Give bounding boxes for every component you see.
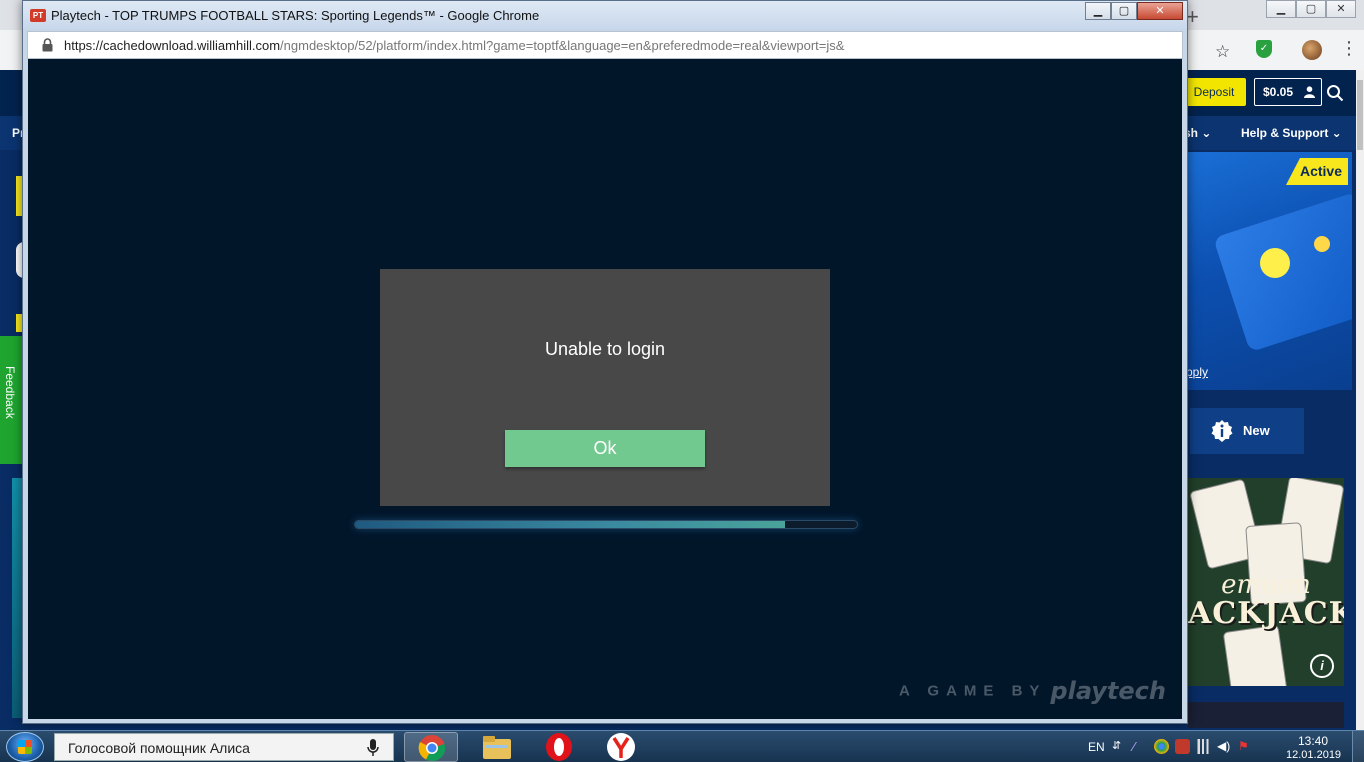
opera-icon xyxy=(546,733,572,761)
card-graphic xyxy=(1222,624,1290,686)
tray-pen-icon[interactable]: ⁄ xyxy=(1133,739,1148,754)
chevron-down-icon: ⌄ xyxy=(1201,126,1212,140)
search-icon[interactable] xyxy=(1326,84,1344,102)
input-language[interactable]: EN xyxy=(1088,740,1105,754)
windows-logo-icon xyxy=(18,740,32,754)
profile-avatar[interactable] xyxy=(1302,40,1322,60)
info-icon[interactable]: i xyxy=(1310,654,1334,678)
blackjack-title: ACKJACK xyxy=(1188,596,1344,631)
browser-menu-icon[interactable]: ⋮ xyxy=(1340,38,1358,59)
chrome-icon xyxy=(418,735,446,762)
url-host: https://cachedownload.williamhill.com xyxy=(64,38,281,53)
ok-button[interactable]: Ok xyxy=(505,430,705,467)
promo-dice-dot xyxy=(1314,236,1330,252)
feedback-tab[interactable]: Feedback xyxy=(0,336,22,464)
new-games-tab[interactable]: New xyxy=(1190,408,1304,454)
taskbar-yandex-browser[interactable] xyxy=(594,732,648,762)
background-maximize-button[interactable]: ▢ xyxy=(1296,0,1326,18)
playtech-favicon-icon: PT xyxy=(30,9,46,22)
background-window-controls: ▁ ▢ ✕ xyxy=(1266,0,1356,18)
windows-taskbar: Голосовой помощник Алиса EN ⇵ ⁄ ◀) ⚑ 13:… xyxy=(0,730,1364,762)
alice-voice-search[interactable]: Голосовой помощник Алиса xyxy=(54,733,394,761)
user-icon xyxy=(1304,86,1315,98)
feedback-label: Feedback xyxy=(3,366,17,419)
blackjack-game-tile[interactable]: emium ACKJACK i xyxy=(1188,478,1344,686)
login-error-dialog: Unable to login Ok xyxy=(380,269,830,506)
game-popup-window: PT Playtech - TOP TRUMPS FOOTBALL STARS:… xyxy=(22,0,1188,724)
loading-progress-bar xyxy=(354,520,858,529)
tray-chrome-icon[interactable] xyxy=(1154,739,1169,754)
playtech-logo: playtech xyxy=(1050,677,1166,705)
dialog-message: Unable to login xyxy=(544,339,666,359)
nav-help-label: Help & Support xyxy=(1241,126,1329,140)
new-tab-label: New xyxy=(1243,423,1270,438)
balance-account-button[interactable]: $0.05 xyxy=(1254,78,1322,106)
taskbar-opera[interactable] xyxy=(532,732,586,762)
adblock-shield-icon[interactable]: ✓ xyxy=(1256,40,1272,58)
tray-network-icon[interactable] xyxy=(1196,739,1211,754)
promo-dice-dot xyxy=(1260,248,1290,278)
lock-icon xyxy=(42,38,53,52)
page-scrollbar[interactable] xyxy=(1356,70,1364,730)
bookmark-star-icon[interactable]: ☆ xyxy=(1215,42,1230,62)
playtech-branding: A GAME BY playtech xyxy=(899,677,1166,705)
folder-icon xyxy=(483,736,511,759)
window-title: Playtech - TOP TRUMPS FOOTBALL STARS: Sp… xyxy=(51,8,540,23)
info-badge-icon xyxy=(1211,420,1233,442)
alice-search-text: Голосовой помощник Алиса xyxy=(68,740,250,756)
url-text[interactable]: https://cachedownload.williamhill.com/ng… xyxy=(64,38,844,53)
address-bar[interactable]: https://cachedownload.williamhill.com/ng… xyxy=(27,31,1183,59)
yandex-browser-icon xyxy=(607,733,635,761)
popup-maximize-button[interactable]: ▢ xyxy=(1111,2,1137,20)
background-minimize-button[interactable]: ▁ xyxy=(1266,0,1296,18)
tray-security-icon[interactable] xyxy=(1175,739,1190,754)
scrollbar-thumb[interactable] xyxy=(1357,80,1363,150)
clock-time[interactable]: 13:40 xyxy=(1298,734,1328,748)
nav-item-partial-right[interactable]: sh ⌄ xyxy=(1184,126,1211,140)
nav-item-help-support[interactable]: Help & Support ⌄ xyxy=(1241,126,1342,140)
game-tile-partial[interactable] xyxy=(1188,702,1344,728)
system-tray: ⇵ ⁄ ◀) ⚑ xyxy=(1112,739,1253,754)
promo-banner[interactable] xyxy=(1188,152,1352,390)
tray-arrow-icon[interactable]: ⇵ xyxy=(1112,739,1127,754)
popup-close-button[interactable]: ✕ xyxy=(1137,2,1183,20)
popup-title-bar[interactable]: PT Playtech - TOP TRUMPS FOOTBALL STARS:… xyxy=(23,1,1187,31)
microphone-icon[interactable] xyxy=(367,739,379,757)
balance-amount: $0.05 xyxy=(1263,85,1294,99)
url-path: /ngmdesktop/52/platform/index.html?game=… xyxy=(280,38,845,53)
background-close-button[interactable]: ✕ xyxy=(1326,0,1356,18)
tray-flag-icon[interactable]: ⚑ xyxy=(1238,739,1253,754)
clock-date[interactable]: 12.01.2019 xyxy=(1286,749,1341,761)
show-desktop-button[interactable] xyxy=(1352,731,1364,762)
tray-volume-icon[interactable]: ◀) xyxy=(1217,739,1232,754)
taskbar-file-explorer[interactable] xyxy=(470,732,524,762)
game-canvas[interactable]: Unable to login Ok A GAME BY playtech xyxy=(28,59,1182,719)
loading-progress-fill xyxy=(355,521,785,528)
brand-prefix: A GAME BY xyxy=(898,682,1047,700)
deposit-button[interactable]: Deposit xyxy=(1182,78,1246,106)
popup-minimize-button[interactable]: ▁ xyxy=(1085,2,1111,20)
chevron-down-icon: ⌄ xyxy=(1331,126,1342,140)
taskbar-chrome[interactable] xyxy=(404,732,458,762)
start-button[interactable] xyxy=(6,732,44,762)
terms-apply-link[interactable]: pply xyxy=(1186,365,1208,379)
popup-window-controls: ▁ ▢ ✕ xyxy=(1085,2,1183,20)
